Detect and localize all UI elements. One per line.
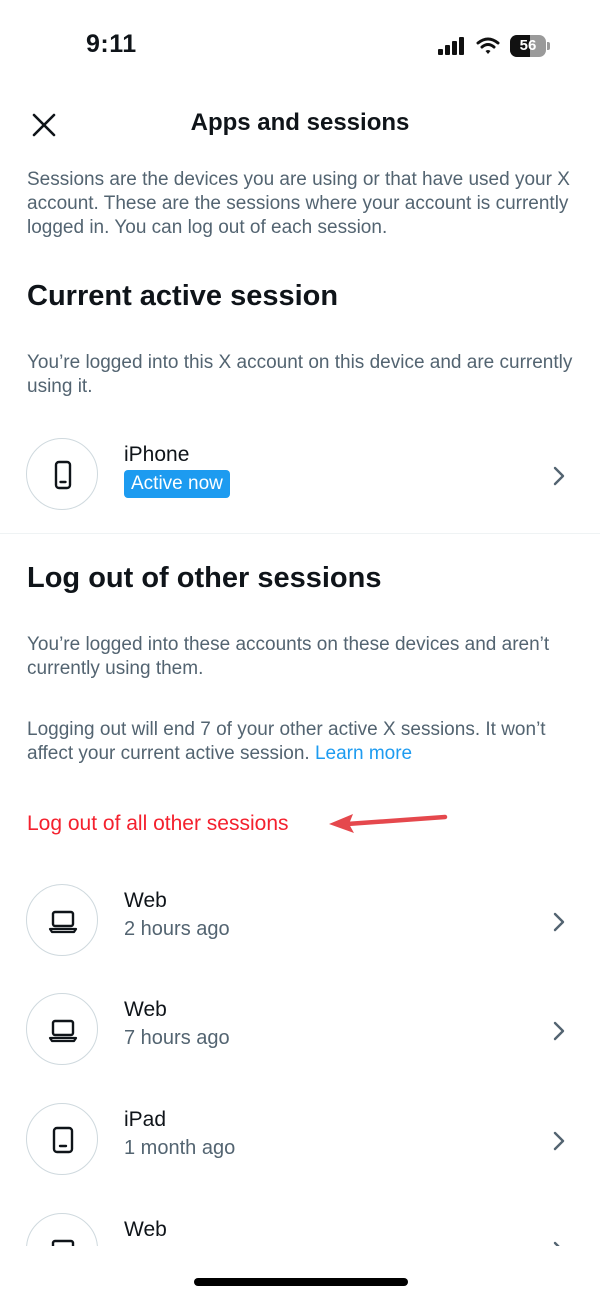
device-icon-circle [26,1103,98,1175]
device-name: iPad [124,1108,167,1131]
session-row[interactable]: iPad 1 month ago [0,1095,600,1185]
intro-text: Sessions are the devices you are using o… [27,169,570,238]
other-sessions-heading: Log out of other sessions [27,562,382,594]
laptop-icon [48,910,78,934]
chevron-right-icon [553,1021,565,1041]
device-icon-circle [26,438,98,510]
session-time: 1 month ago [124,1137,236,1159]
status-bar: 9:11 56 [0,0,600,90]
current-session-row[interactable]: iPhone Active now [0,430,600,520]
cellular-signal-icon [438,37,464,55]
device-name: Web [124,889,167,912]
laptop-icon [48,1019,78,1043]
tablet-icon [52,1126,74,1154]
home-indicator [194,1278,408,1286]
device-icon-circle [26,884,98,956]
page-title: Apps and sessions [190,109,410,136]
device-name: Web [124,1218,167,1241]
wifi-icon [476,37,500,54]
battery-icon: 56 [510,35,550,57]
status-icons: 56 [438,34,550,58]
active-now-badge: Active now [124,470,230,498]
chevron-right-icon [553,466,565,486]
device-name: iPhone [124,443,190,466]
device-icon-circle [26,993,98,1065]
annotation-arrow [329,814,448,833]
logout-notice-text: Logging out will end 7 of your other act… [27,719,546,764]
status-time: 9:11 [86,30,137,58]
nav-header: Apps and sessions [0,95,600,155]
session-time: 7 hours ago [124,1027,230,1049]
chevron-right-icon [553,1131,565,1151]
session-time: 2 hours ago [124,918,230,940]
phone-icon [54,460,72,490]
logout-notice: Logging out will end 7 of your other act… [27,718,575,766]
other-sessions-description: You’re logged into these accounts on the… [27,634,550,679]
bottom-mask [0,1246,600,1300]
current-session-description: You’re logged into this X account on thi… [27,352,573,397]
battery-percentage: 56 [519,37,537,54]
learn-more-link[interactable]: Learn more [315,743,412,764]
session-row[interactable]: Web 7 hours ago [0,985,600,1075]
logout-all-sessions-button[interactable]: Log out of all other sessions [27,812,289,836]
session-row[interactable]: Web 2 hours ago [0,876,600,966]
chevron-right-icon [553,912,565,932]
current-session-heading: Current active session [27,280,339,312]
device-name: Web [124,998,167,1021]
section-divider [0,533,600,534]
